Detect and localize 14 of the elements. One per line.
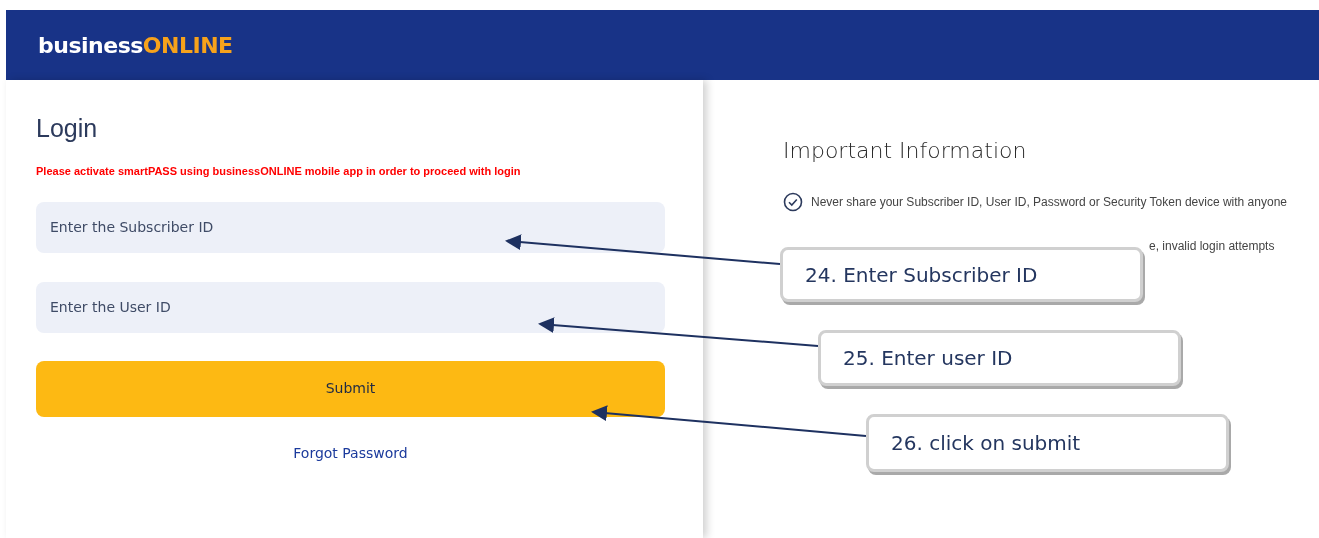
submit-button[interactable]: Submit xyxy=(36,360,665,417)
callout: 25. Enter user ID xyxy=(818,330,1181,386)
input-field[interactable]: Enter the Subscriber ID xyxy=(36,201,665,253)
callout: 26. click on submit xyxy=(866,414,1229,472)
login-title: Login xyxy=(36,113,99,144)
info-title: Important Information xyxy=(783,137,1028,165)
check-circle-icon xyxy=(783,192,803,212)
info-text: Never share your Subscriber ID, User ID, Password or Security Token device with anyone xyxy=(811,194,1287,211)
logo[interactable]: businessONLINE xyxy=(38,28,233,62)
info-text: e, invalid login attempts xyxy=(1149,238,1275,255)
callout: 24. Enter Subscriber ID xyxy=(780,247,1143,302)
activation-notice: Please activate smartPASS using businessONLINE mobile app in order to proceed with login xyxy=(36,164,522,179)
input-field[interactable]: Enter the User ID xyxy=(36,281,665,333)
forgot-password-link[interactable]: Forgot Password xyxy=(293,442,408,464)
